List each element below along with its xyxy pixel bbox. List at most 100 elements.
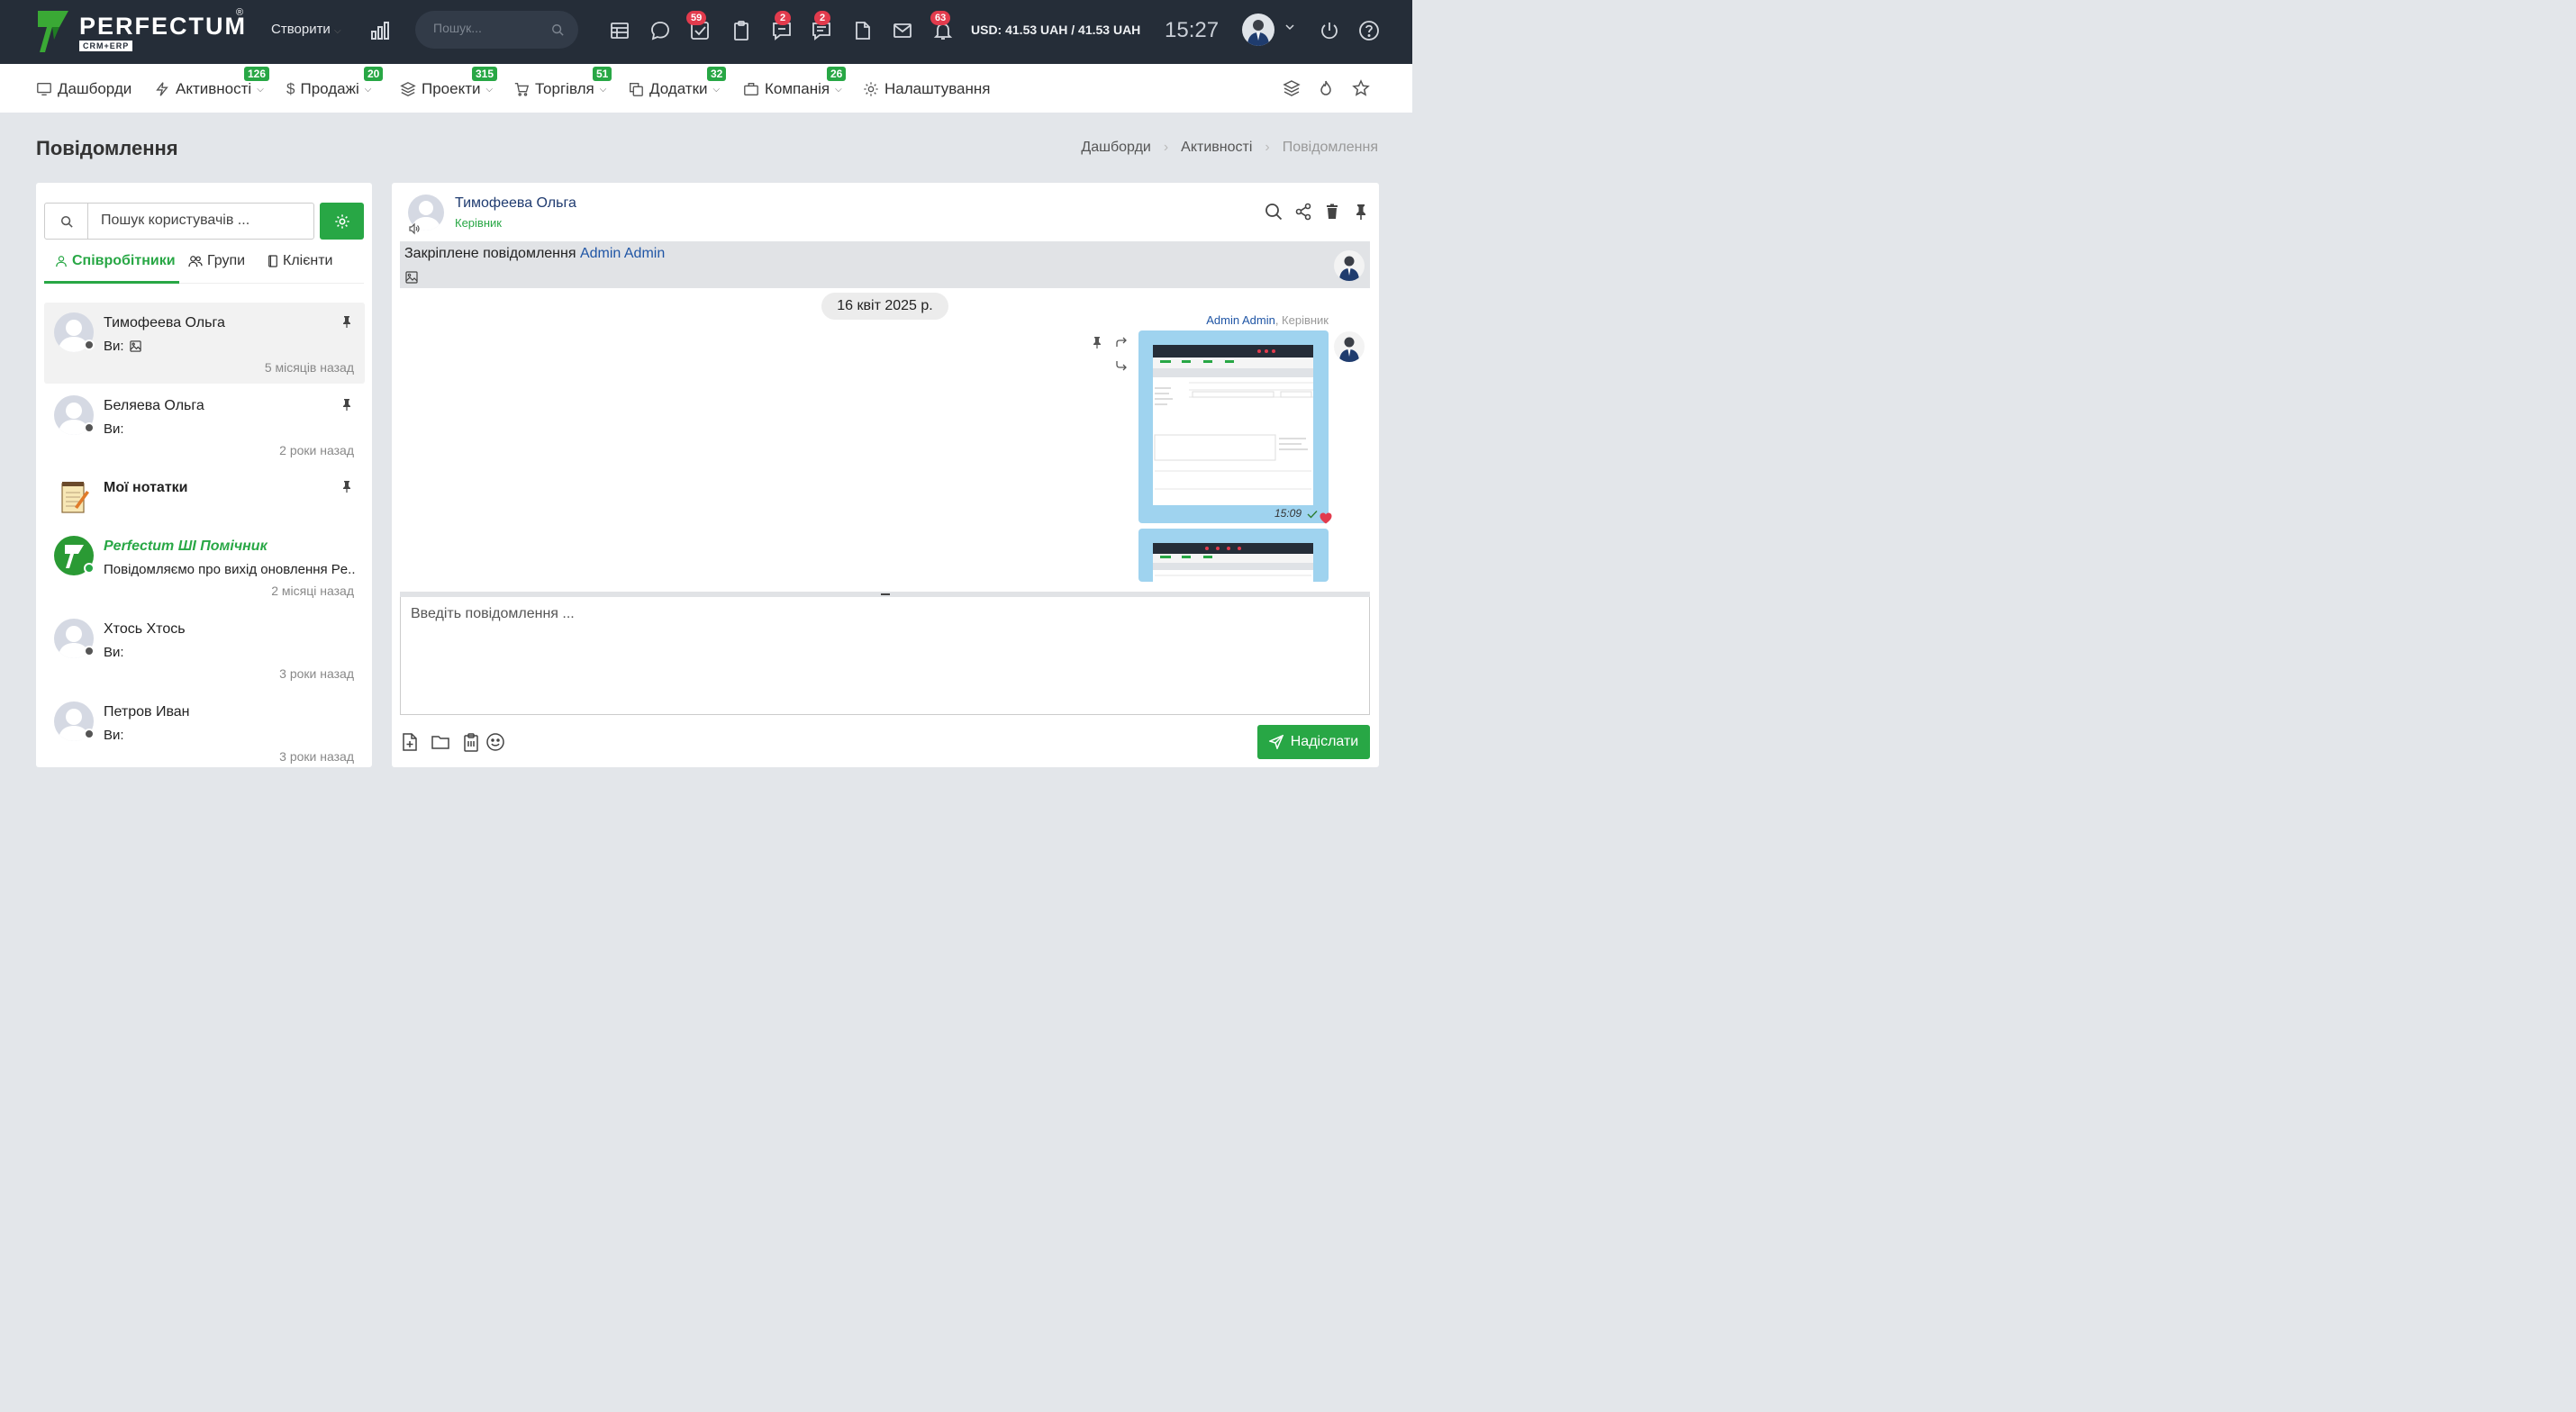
clipboard-icon[interactable] bbox=[461, 732, 481, 752]
pin-icon[interactable] bbox=[341, 398, 352, 411]
contact-item[interactable]: Петров Иван Ви: 3 роки назад bbox=[44, 692, 365, 767]
pinned-message-text: Закріплене повідомлення Admin Admin bbox=[404, 246, 665, 262]
contact-time: 2 місяці назад bbox=[271, 584, 354, 598]
document-icon[interactable] bbox=[852, 20, 875, 43]
contact-item[interactable]: Беляева Ольга Ви: 2 роки назад bbox=[44, 385, 365, 466]
dollar-icon: $ bbox=[286, 80, 295, 97]
breadcrumb-current: Повідомлення bbox=[1282, 140, 1378, 155]
breadcrumb-separator: › bbox=[1163, 140, 1169, 155]
fire-icon[interactable] bbox=[1317, 79, 1335, 97]
nav-trade[interactable]: Торгівля ⌵ 51 bbox=[513, 67, 612, 98]
pinned-author[interactable]: Admin Admin bbox=[580, 246, 665, 261]
chat-settings-button[interactable] bbox=[320, 203, 364, 240]
tab-employees[interactable]: Співробітники bbox=[55, 253, 176, 269]
contact-tabs: Співробітники Групи Клієнти bbox=[44, 249, 364, 284]
user-avatar[interactable] bbox=[1242, 14, 1274, 46]
nav-badge: 51 bbox=[593, 67, 612, 81]
share-icon[interactable] bbox=[1294, 203, 1312, 221]
contact-time: 3 роки назад bbox=[279, 666, 354, 681]
global-search-input[interactable] bbox=[433, 21, 550, 35]
chevron-down-icon: ⌵ bbox=[599, 84, 607, 95]
heart-reaction-icon[interactable] bbox=[1320, 512, 1332, 524]
power-icon[interactable] bbox=[1319, 20, 1342, 43]
nav-label: Компанія bbox=[765, 80, 830, 97]
folder-icon[interactable] bbox=[431, 732, 450, 752]
message-author: Admin Admin, Керівник bbox=[1206, 313, 1329, 327]
image-icon bbox=[129, 340, 141, 352]
nav-badge: 126 bbox=[244, 67, 270, 81]
pinned-message-bar[interactable]: Закріплене повідомлення Admin Admin bbox=[400, 241, 1370, 288]
chevron-down-icon: ⌵ bbox=[364, 84, 372, 95]
search-icon[interactable] bbox=[1265, 203, 1283, 221]
contact-item-ai-assistant[interactable]: Perfectum ШІ Помічник Повідомляємо про в… bbox=[44, 526, 365, 607]
contact-item-notes[interactable]: Мої нотатки bbox=[44, 467, 365, 525]
status-dot-online bbox=[84, 563, 95, 574]
chevron-down-icon[interactable] bbox=[1284, 22, 1295, 32]
active-tab-indicator bbox=[44, 281, 179, 284]
tab-clients[interactable]: Клієнти bbox=[268, 253, 332, 269]
logo-registered-mark: ® bbox=[236, 7, 244, 18]
contact-item[interactable]: Тимофеева Ольга Ви: 5 місяців назад bbox=[44, 303, 365, 384]
pin-icon[interactable] bbox=[1352, 203, 1370, 221]
global-search[interactable] bbox=[415, 11, 578, 49]
screenshot-attachment[interactable] bbox=[1153, 543, 1313, 582]
nav-settings[interactable]: Налаштування bbox=[863, 80, 991, 98]
reply-icon[interactable] bbox=[1115, 359, 1128, 372]
breadcrumb-item[interactable]: Дашборди bbox=[1081, 140, 1150, 156]
user-icon bbox=[56, 256, 67, 267]
nav-addons[interactable]: Додатки ⌵ 32 bbox=[628, 67, 727, 98]
trash-icon[interactable] bbox=[1323, 203, 1341, 221]
help-icon[interactable] bbox=[1358, 20, 1382, 43]
contact-name: Хтось Хтось bbox=[104, 621, 186, 637]
forward-icon[interactable] bbox=[1115, 336, 1128, 348]
nav-dashboards[interactable]: Дашборди bbox=[36, 80, 132, 98]
clipboard-icon[interactable] bbox=[730, 20, 754, 43]
pin-icon[interactable] bbox=[341, 480, 352, 493]
message-author-name[interactable]: Admin Admin bbox=[1206, 313, 1275, 327]
file-add-icon[interactable] bbox=[400, 732, 420, 752]
nav-company[interactable]: Компанія ⌵ 26 bbox=[743, 67, 847, 98]
tab-label: Клієнти bbox=[283, 253, 333, 268]
message-bubble[interactable]: 15:09 bbox=[1138, 330, 1329, 523]
contact-preview: Ви: bbox=[104, 421, 124, 437]
user-search-input[interactable] bbox=[101, 213, 299, 229]
pin-icon[interactable] bbox=[1092, 336, 1104, 348]
resize-grip bbox=[881, 593, 890, 595]
create-menu-button[interactable]: Створити ⌵ bbox=[271, 22, 341, 37]
tab-label: Співробітники bbox=[72, 253, 176, 268]
message-input[interactable] bbox=[401, 597, 1369, 714]
nav-activities[interactable]: Активності ⌵ 126 bbox=[154, 67, 270, 98]
nav-label: Проекти bbox=[422, 80, 481, 97]
screenshot-thumbnail bbox=[1153, 543, 1313, 582]
pinned-label: Закріплене повідомлення bbox=[404, 246, 576, 261]
nav-badge: 32 bbox=[707, 67, 727, 81]
breadcrumb-item[interactable]: Активності bbox=[1181, 140, 1252, 156]
chevron-down-icon: ⌵ bbox=[485, 84, 494, 95]
send-button[interactable]: Надіслати bbox=[1257, 725, 1370, 759]
layers-icon bbox=[400, 82, 416, 96]
breadcrumb-separator: › bbox=[1265, 140, 1270, 155]
star-icon[interactable] bbox=[1352, 79, 1370, 97]
speaker-icon[interactable] bbox=[408, 222, 421, 235]
status-dot bbox=[84, 339, 95, 350]
logo[interactable]: PERFECTUM ® CRM+ERP bbox=[36, 7, 252, 56]
chat-partner-name[interactable]: Тимофеева Ольга bbox=[455, 195, 576, 212]
tab-groups[interactable]: Групи bbox=[188, 253, 245, 269]
nav-badge: 315 bbox=[472, 67, 498, 81]
calendar-table-icon[interactable] bbox=[609, 20, 632, 43]
nav-projects[interactable]: Проекти ⌵ 315 bbox=[400, 67, 498, 98]
layers-icon[interactable] bbox=[1283, 79, 1301, 97]
logo-mark-icon bbox=[38, 11, 68, 52]
screenshot-attachment[interactable] bbox=[1153, 345, 1313, 505]
contacts-panel: Співробітники Групи Клієнти Тимофеева Ол… bbox=[36, 183, 372, 767]
mail-icon[interactable] bbox=[892, 20, 915, 43]
compose-area bbox=[400, 597, 1370, 715]
pin-icon[interactable] bbox=[341, 315, 352, 328]
contact-item[interactable]: Хтось Хтось Ви: 3 роки назад bbox=[44, 609, 365, 690]
contact-preview-text: Ви: bbox=[104, 339, 124, 354]
emoji-icon[interactable] bbox=[485, 732, 505, 752]
nav-sales[interactable]: $ Продажі ⌵ 20 bbox=[286, 67, 384, 98]
stats-chart-icon[interactable] bbox=[369, 20, 393, 43]
message-bubble[interactable] bbox=[1138, 529, 1329, 582]
chat-bubble-icon[interactable] bbox=[649, 20, 673, 43]
